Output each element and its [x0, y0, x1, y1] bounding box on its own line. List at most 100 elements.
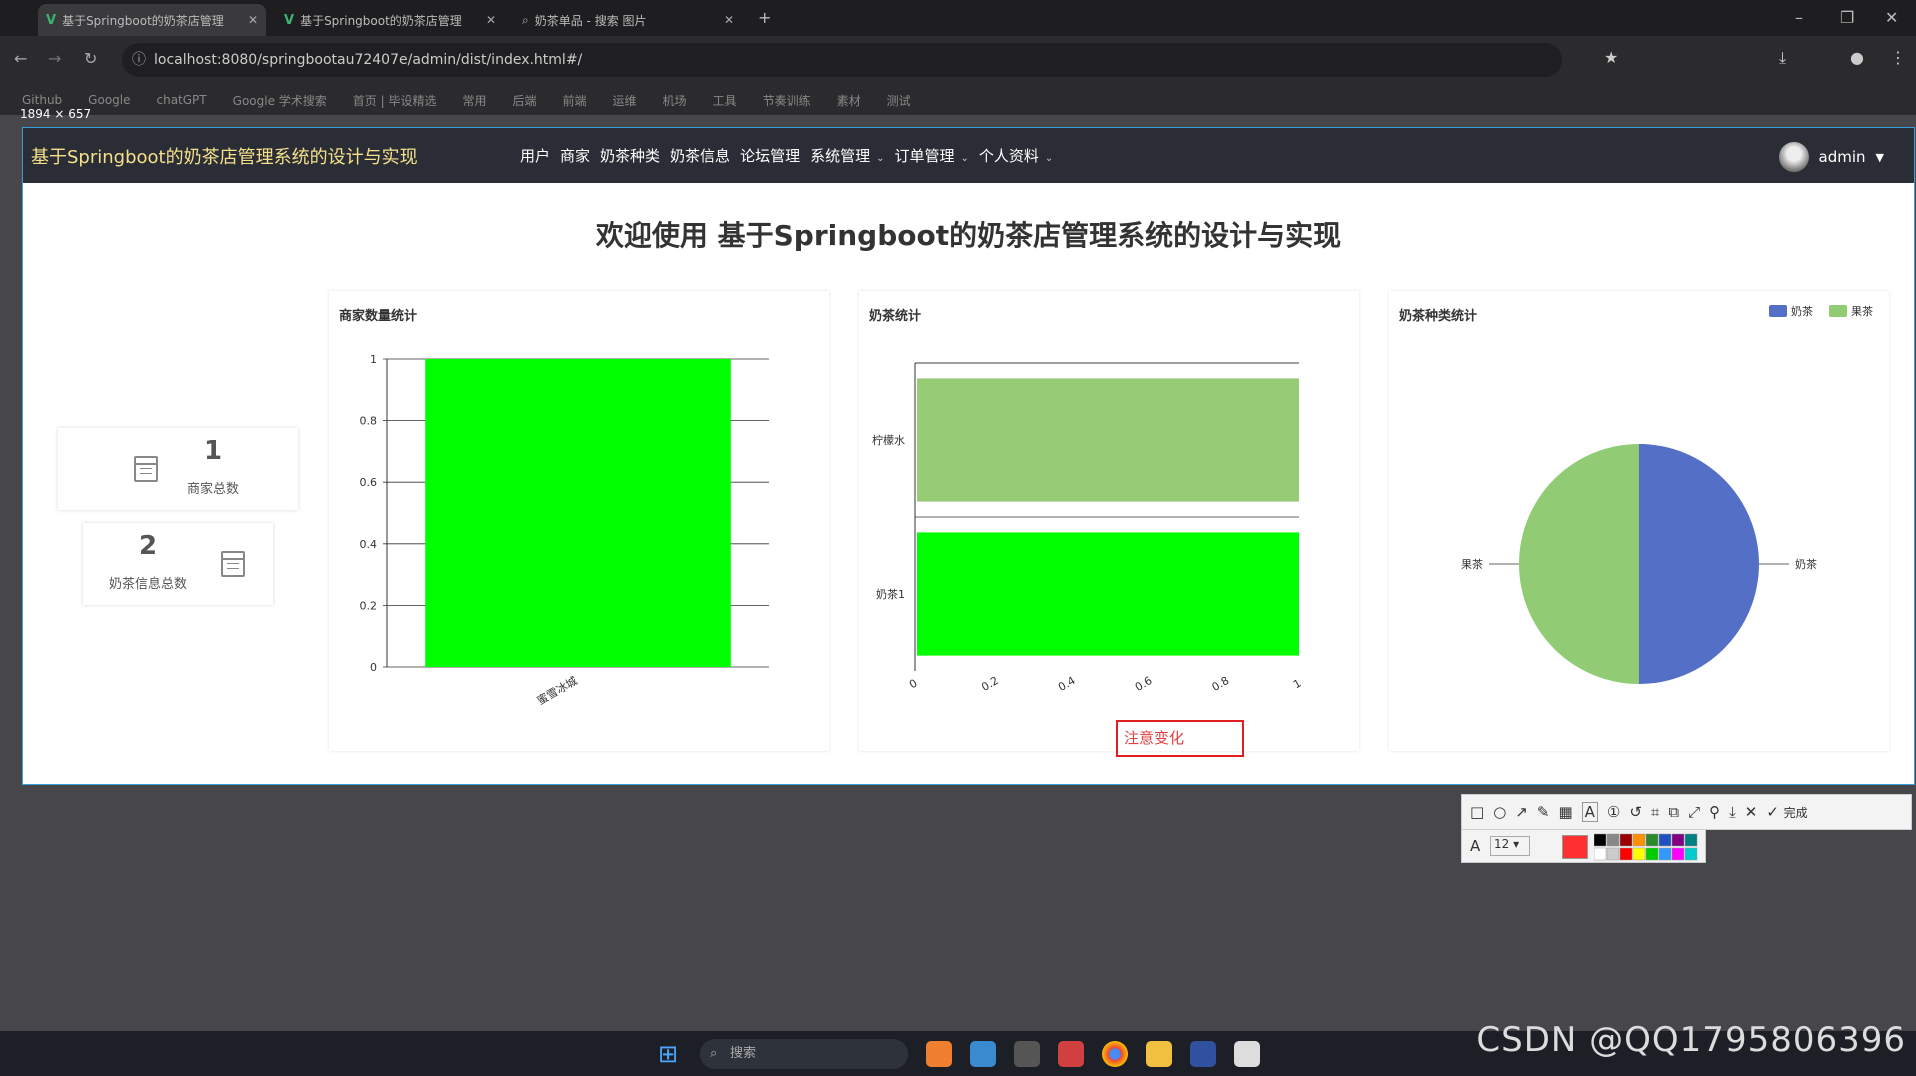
bookmark-folder[interactable]: 运维 — [613, 92, 637, 109]
bookmark-home[interactable]: 首页 | 毕设精选 — [353, 92, 437, 109]
nav-item-orders[interactable]: 订单管理 ⌄ — [894, 145, 968, 166]
back-icon[interactable]: ← — [14, 49, 27, 68]
download-icon[interactable]: ⤓ — [1779, 48, 1786, 68]
color-swatch — [1606, 847, 1620, 861]
rectangle-icon[interactable]: □ — [1470, 803, 1484, 821]
taskbar-search[interactable]: ⌕ 搜索 — [700, 1039, 908, 1069]
close-tab-icon[interactable]: ✕ — [486, 13, 496, 27]
pie-slice — [1639, 444, 1759, 684]
color-palette[interactable] — [1594, 832, 1704, 862]
chrome-icon[interactable] — [1102, 1041, 1128, 1067]
close-tab-icon[interactable]: ✕ — [724, 13, 734, 27]
close-window-icon[interactable]: ✕ — [1885, 8, 1898, 27]
pen-icon[interactable]: ✎ — [1537, 803, 1550, 821]
circle-icon[interactable]: ○ — [1493, 803, 1506, 821]
nav-item-system[interactable]: 系统管理 ⌄ — [810, 145, 884, 166]
user-menu[interactable]: admin ▼ — [1778, 142, 1884, 172]
arrow-icon[interactable]: ↗ — [1515, 803, 1528, 821]
nav-item-forum[interactable]: 论坛管理 — [740, 145, 800, 166]
text-icon[interactable]: A — [1581, 802, 1598, 822]
restore-icon[interactable]: ❐ — [1840, 8, 1854, 27]
vue-icon: V — [46, 12, 57, 28]
color-swatch — [1619, 847, 1633, 861]
y-tick-label: 0.6 — [360, 476, 378, 489]
taskbar-app-icon[interactable] — [1190, 1041, 1216, 1067]
done-button[interactable]: ✓ 完成 — [1766, 803, 1807, 821]
bookmarks-bar: Github Google chatGPT Google 学术搜索 首页 | 毕… — [0, 85, 1916, 115]
bookmark-folder[interactable]: 测试 — [887, 92, 911, 109]
bookmark-github[interactable]: Github — [22, 93, 62, 107]
font-icon: A — [1470, 837, 1481, 855]
current-color-swatch[interactable] — [1562, 835, 1588, 859]
minimize-icon[interactable]: – — [1795, 8, 1803, 27]
search-icon: ⌕ — [522, 12, 529, 27]
welcome-heading: 欢迎使用 基于Springboot的奶茶店管理系统的设计与实现 — [595, 219, 1342, 252]
nav-item-merchants[interactable]: 商家 — [560, 145, 590, 166]
bookmark-folder[interactable]: 前端 — [563, 92, 587, 109]
search-icon: ⌕ — [710, 1046, 718, 1061]
bookmark-folder[interactable]: 工具 — [713, 92, 737, 109]
browser-tab-3[interactable]: ⌕ 奶茶单品 - 搜索 图片 ✕ — [514, 4, 742, 36]
address-bar-row: ← → ↻ ⓘ localhost:8080/springbootau72407… — [0, 36, 1916, 85]
star-icon[interactable]: ★ — [1604, 48, 1618, 67]
bookmark-folder[interactable]: 机场 — [663, 92, 687, 109]
browser-tab-2[interactable]: V 基于Springboot的奶茶店管理 ✕ — [276, 4, 504, 36]
save-icon[interactable]: ⤓ — [1729, 803, 1736, 821]
bookmark-chatgpt[interactable]: chatGPT — [157, 93, 207, 107]
font-size-select[interactable]: 12 ▾ — [1490, 836, 1530, 856]
bookmark-google[interactable]: Google — [88, 93, 130, 107]
taskbar-app-icon[interactable] — [1058, 1041, 1084, 1067]
watermark: CSDN @QQ1795806396 — [1476, 1020, 1906, 1060]
taskbar-app-icon[interactable] — [926, 1041, 952, 1067]
stat-value: 2 — [138, 531, 158, 561]
legend-label: 果茶 — [1851, 305, 1873, 318]
slice-label: 果茶 — [1461, 558, 1483, 571]
nav-item-tea-info[interactable]: 奶茶信息 — [670, 145, 730, 166]
pin-icon[interactable]: ⚲ — [1709, 803, 1720, 821]
bar — [425, 359, 731, 667]
color-swatch — [1632, 833, 1646, 847]
taskbar-app-icon[interactable] — [970, 1041, 996, 1067]
text-style-toolbar: A 12 ▾ — [1461, 829, 1706, 863]
taskbar-app-icon[interactable] — [1014, 1041, 1040, 1067]
url-input[interactable]: ⓘ localhost:8080/springbootau72407e/admi… — [122, 43, 1562, 77]
close-icon[interactable]: ✕ — [1745, 803, 1758, 821]
menu-icon[interactable]: ⋮ — [1890, 48, 1906, 67]
bookmark-folder[interactable]: 后端 — [512, 92, 536, 109]
ocr-icon[interactable]: ⌗ — [1651, 803, 1659, 821]
bookmark-folder[interactable]: 常用 — [462, 92, 486, 109]
pie-chart-svg: 奶茶果茶奶茶 果茶 — [1461, 304, 1873, 684]
bookmark-folder[interactable]: 素材 — [837, 92, 861, 109]
undo-icon[interactable]: ↺ — [1629, 803, 1642, 821]
y-tick-label: 0.8 — [360, 415, 378, 428]
legend-swatch — [1829, 305, 1847, 317]
browser-tab-1[interactable]: V 基于Springboot的奶茶店管理 ✕ — [38, 4, 266, 36]
profile-icon[interactable]: ● — [1850, 48, 1864, 67]
long-screenshot-icon[interactable]: ⤢ — [1688, 803, 1700, 821]
qq-icon[interactable] — [1234, 1041, 1260, 1067]
close-tab-icon[interactable]: ✕ — [248, 13, 258, 27]
vue-icon: V — [284, 12, 295, 28]
number-icon[interactable]: ① — [1607, 803, 1620, 821]
translate-icon[interactable]: ⧉ — [1668, 803, 1679, 821]
new-tab-button[interactable]: + — [758, 8, 771, 27]
nav-item-tea-types[interactable]: 奶茶种类 — [600, 145, 660, 166]
annotation-text-box[interactable]: 注意变化 — [1116, 720, 1244, 757]
reload-icon[interactable]: ↻ — [84, 49, 97, 68]
bookmark-folder[interactable]: 节奏训练 — [763, 92, 811, 109]
nav-item-users[interactable]: 用户 — [520, 145, 550, 166]
x-tick-label: 0.2 — [979, 674, 1001, 694]
browser-tab-bar: V 基于Springboot的奶茶店管理 ✕ V 基于Springboot的奶茶… — [0, 0, 1916, 36]
nav-item-profile[interactable]: 个人资料 ⌄ — [979, 145, 1053, 166]
url-text: localhost:8080/springbootau72407e/admin/… — [154, 52, 583, 68]
windows-start-icon[interactable]: ⊞ — [658, 1040, 678, 1068]
font-size-value: 12 — [1494, 837, 1510, 851]
color-swatch — [1684, 847, 1698, 861]
search-label: 搜索 — [730, 1046, 757, 1061]
forward-icon[interactable]: → — [48, 49, 61, 68]
pie-slice — [1519, 444, 1639, 684]
y-tick-label: 柠檬水 — [872, 433, 905, 447]
mosaic-icon[interactable]: ▦ — [1558, 803, 1572, 821]
bookmark-scholar[interactable]: Google 学术搜索 — [233, 92, 327, 109]
folder-icon[interactable] — [1146, 1041, 1172, 1067]
